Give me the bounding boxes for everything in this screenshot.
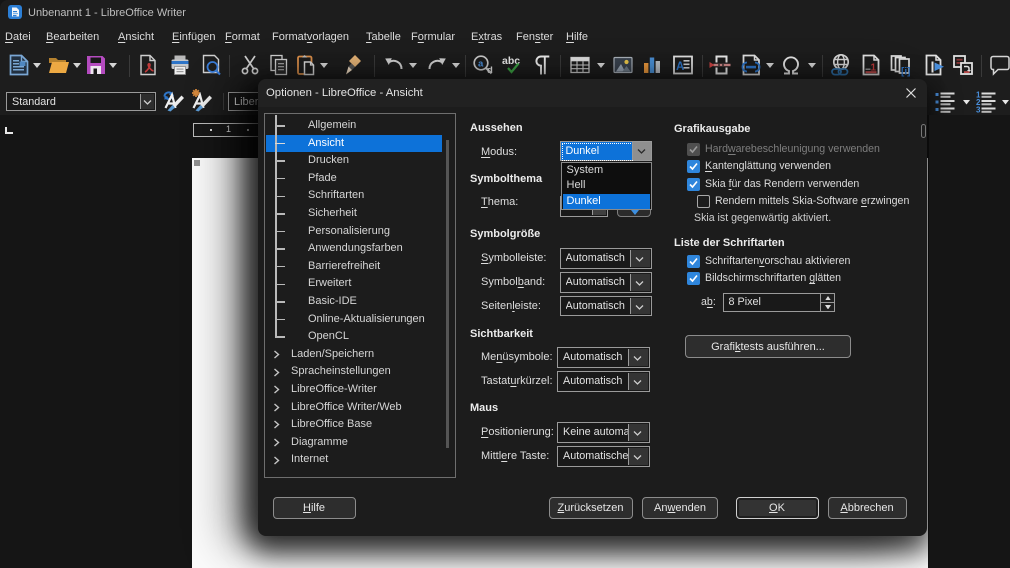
- svg-text:1: 1: [871, 63, 877, 74]
- svg-text:a: a: [478, 59, 484, 70]
- svg-text:[i]: [i]: [901, 67, 910, 78]
- svg-text:A: A: [676, 61, 684, 73]
- svg-text:d: d: [487, 65, 493, 76]
- svg-text:3: 3: [976, 106, 981, 114]
